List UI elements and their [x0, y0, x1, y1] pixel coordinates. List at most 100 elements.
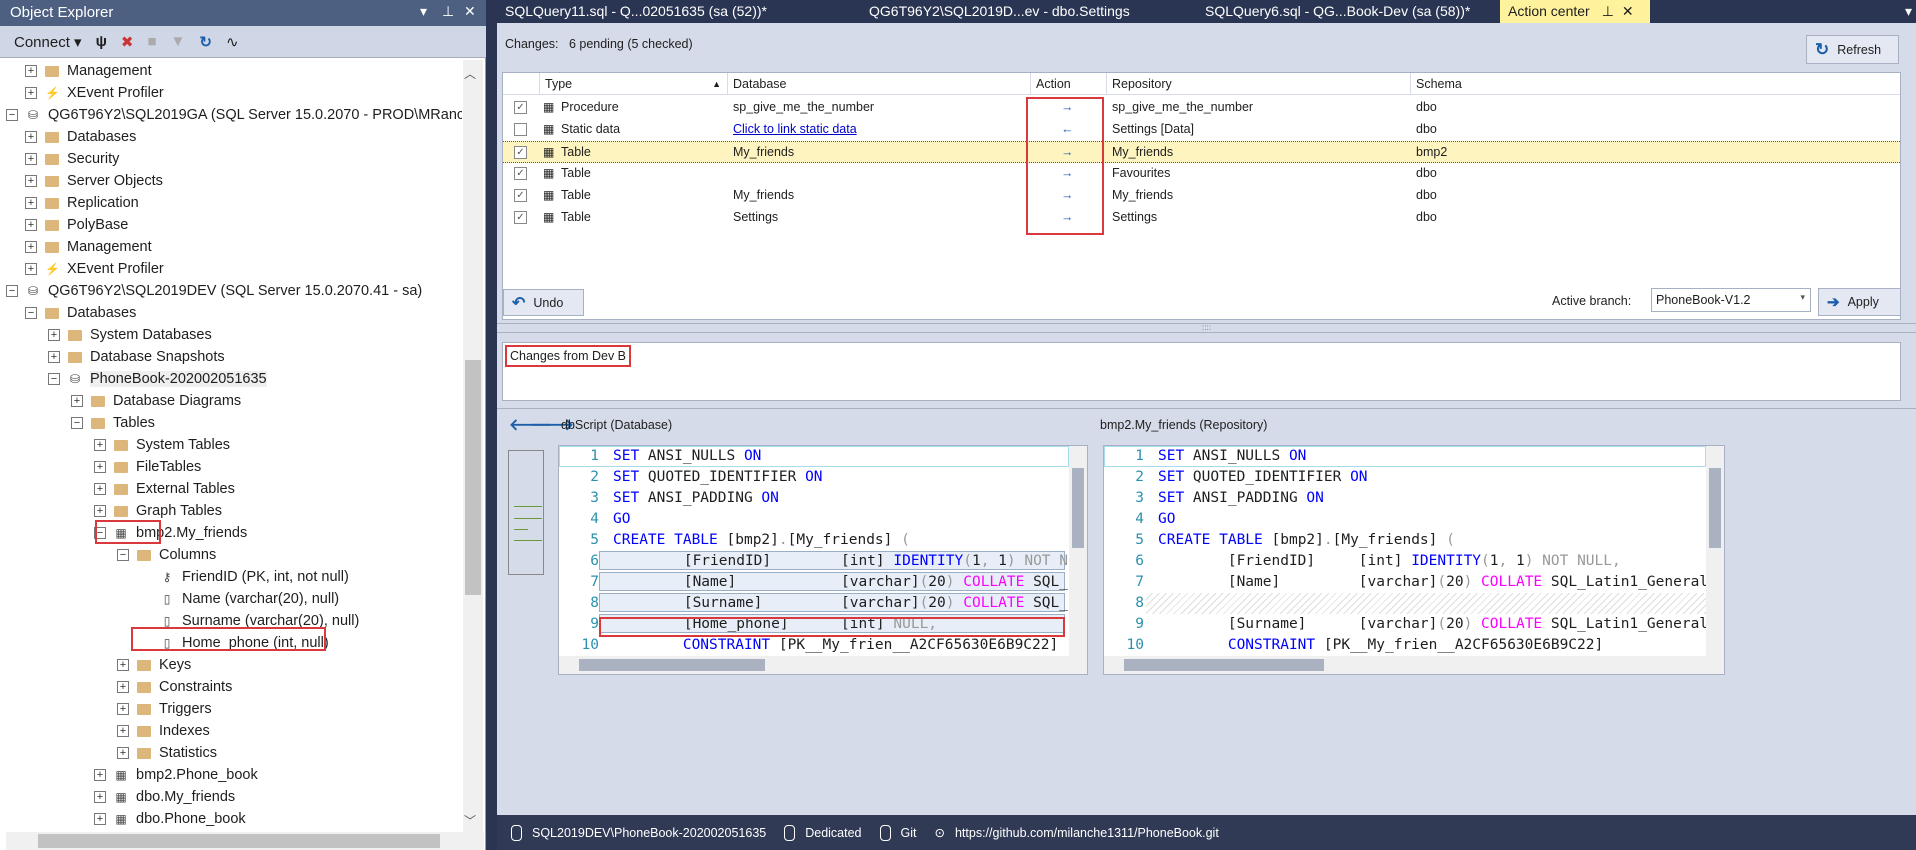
expand-icon[interactable]: + — [94, 439, 106, 451]
expand-icon[interactable]: + — [94, 769, 106, 781]
expand-icon[interactable]: + — [117, 703, 129, 715]
column-header-schema[interactable]: Schema — [1411, 73, 1900, 95]
column-header-repository[interactable]: Repository — [1107, 73, 1411, 95]
active-branch-select[interactable]: PhoneBook-V1.2 ▾ — [1651, 288, 1811, 312]
apply-button[interactable]: ➔ Apply — [1818, 288, 1901, 316]
pin-icon[interactable]: ⊥ — [1602, 3, 1614, 19]
vertical-scrollbar[interactable] — [1069, 446, 1087, 656]
expand-icon[interactable]: + — [94, 791, 106, 803]
expand-icon[interactable]: + — [48, 351, 60, 363]
tab-dbo-settings[interactable]: QG6T96Y2\SQL2019D...ev - dbo.Settings — [861, 0, 1138, 23]
table-row[interactable]: ✓ ▦ Table Settings → Settings dbo — [503, 207, 1900, 229]
tree-item[interactable]: + Triggers — [117, 698, 212, 720]
collapse-icon[interactable]: − — [6, 109, 18, 121]
refresh-icon[interactable]: ↻ — [199, 33, 212, 51]
tree-item[interactable]: + Replication — [25, 192, 139, 214]
row-checkbox[interactable]: ✓ — [514, 167, 527, 180]
tree-item[interactable]: − Databases — [25, 302, 136, 324]
tree-item[interactable]: + Security — [25, 148, 119, 170]
splitter-handle[interactable]: :::: — [497, 323, 1916, 333]
expand-icon[interactable]: + — [117, 659, 129, 671]
tree-item[interactable]: + Constraints — [117, 676, 232, 698]
comment-box[interactable]: Changes from Dev B — [502, 342, 1901, 401]
table-row[interactable]: ✓ ▦ Table My_friends → My_friends bmp2 — [503, 141, 1900, 163]
expand-icon[interactable]: + — [117, 725, 129, 737]
scrollbar-thumb[interactable] — [465, 360, 481, 595]
vertical-scrollbar[interactable] — [1706, 446, 1724, 656]
tree-item[interactable]: + PolyBase — [25, 214, 128, 236]
tree-item[interactable]: − ⛁ PhoneBook-202002051635 — [48, 368, 267, 390]
tree-vertical-scrollbar[interactable]: ︿ ﹀ — [463, 60, 483, 832]
tree-item[interactable]: + Database Snapshots — [48, 346, 225, 368]
collapse-icon[interactable]: − — [48, 373, 60, 385]
repository-script-pane[interactable]: 1 SET ANSI_NULLS ON 2 SET QUOTED_IDENTIFIER… — [1103, 445, 1725, 675]
tree-item[interactable]: + Statistics — [117, 742, 217, 764]
collapse-icon[interactable]: − — [71, 417, 83, 429]
tab-sqlquery6[interactable]: SQLQuery6.sql - QG...Book-Dev (sa (58))* — [1197, 0, 1478, 23]
connect-button[interactable]: Connect ▾ — [14, 33, 82, 51]
tree-item[interactable]: ▯ Name (varchar(20), null) — [140, 588, 339, 610]
expand-icon[interactable]: + — [25, 87, 37, 99]
tab-action-center[interactable]: Action center ⊥ ✕ — [1500, 0, 1650, 23]
row-checkbox[interactable]: ✓ — [514, 189, 527, 202]
tree-item[interactable]: + Server Objects — [25, 170, 163, 192]
tree-item[interactable]: + ▦ bmp2.Phone_book — [94, 764, 258, 786]
expand-icon[interactable]: + — [117, 747, 129, 759]
expand-icon[interactable]: + — [94, 461, 106, 473]
tree-item[interactable]: + System Databases — [48, 324, 212, 346]
table-row[interactable]: ✓ ▦ Table My_friends → My_friends dbo — [503, 185, 1900, 207]
table-row[interactable]: ✓ ▦ Procedure sp_give_me_the_number → sp_give… — [503, 97, 1900, 119]
close-icon[interactable]: ✕ — [464, 3, 476, 20]
pin-icon[interactable]: ⊥ — [442, 3, 454, 20]
tree-horizontal-scrollbar[interactable] — [6, 832, 484, 850]
row-checkbox[interactable]: ✓ — [514, 146, 527, 159]
collapse-icon[interactable]: − — [25, 307, 37, 319]
column-header-database[interactable]: Database — [728, 73, 1031, 95]
expand-icon[interactable]: + — [25, 263, 37, 275]
horizontal-scrollbar[interactable] — [559, 656, 1087, 674]
column-header-action[interactable]: Action — [1031, 73, 1107, 95]
table-row[interactable]: ▦ Static data Click to link static data ← Se… — [503, 119, 1900, 141]
row-checkbox[interactable] — [514, 123, 527, 136]
horizontal-scrollbar[interactable] — [1104, 656, 1724, 674]
expand-icon[interactable]: + — [25, 131, 37, 143]
undo-button[interactable]: ↶ Undo — [503, 289, 584, 316]
filter-icon[interactable]: ▼ — [171, 33, 186, 50]
tab-sqlquery11[interactable]: SQLQuery11.sql - Q...02051635 (sa (52))* — [497, 0, 775, 23]
connect-plug-icon[interactable]: ψ — [96, 33, 107, 50]
tree-item[interactable]: + Databases — [25, 126, 136, 148]
tree-item[interactable]: + ▦ dbo.My_friends — [94, 786, 235, 808]
table-row[interactable]: ✓ ▦ Table → Favourites dbo — [503, 163, 1900, 185]
cell-database[interactable]: Click to link static data — [733, 122, 857, 136]
scrollbar-thumb[interactable] — [38, 834, 440, 848]
expand-icon[interactable]: + — [94, 483, 106, 495]
activity-monitor-icon[interactable]: ∿ — [226, 33, 239, 51]
stop-icon[interactable]: ■ — [147, 33, 156, 50]
tree-item[interactable]: + ⚡ XEvent Profiler — [25, 82, 164, 104]
tree-item[interactable]: − ⛁ QG6T96Y2\SQL2019GA (SQL Server 15.0.20… — [6, 104, 462, 126]
database-script-pane[interactable]: 1 SET ANSI_NULLS ON 2 SET QUOTED_IDENTIFIER… — [558, 445, 1088, 675]
tree-item[interactable]: + Management — [25, 236, 152, 258]
expand-icon[interactable]: + — [94, 505, 106, 517]
expand-icon[interactable]: + — [117, 681, 129, 693]
tree-item[interactable]: + ▦ dbo.Phone_book — [94, 808, 246, 830]
expand-icon[interactable]: + — [48, 329, 60, 341]
tree-item[interactable]: + Keys — [117, 654, 191, 676]
tree-item[interactable]: ⚷ FriendID (PK, int, not null) — [140, 566, 349, 588]
expand-icon[interactable]: + — [25, 219, 37, 231]
expand-icon[interactable]: + — [71, 395, 83, 407]
column-header-type[interactable]: Type ▲ — [540, 73, 728, 95]
close-icon[interactable]: ✕ — [1622, 3, 1634, 19]
tree-item[interactable]: − Columns — [117, 544, 216, 566]
expand-icon[interactable]: + — [25, 197, 37, 209]
tree-item[interactable]: + Indexes — [117, 720, 210, 742]
diff-minimap[interactable] — [508, 450, 544, 575]
tab-list-dropdown-icon[interactable]: ▾ — [1897, 0, 1916, 23]
expand-icon[interactable]: + — [25, 153, 37, 165]
status-repo-url[interactable]: https://github.com/milanche1311/PhoneBoo… — [955, 826, 1219, 840]
tree-item[interactable]: + FileTables — [94, 456, 201, 478]
tree-item[interactable]: − ⛁ QG6T96Y2\SQL2019DEV (SQL Server 15.0.2… — [6, 280, 422, 302]
disconnect-icon[interactable]: ✖ — [121, 33, 134, 51]
tree-item[interactable]: + ⚡ XEvent Profiler — [25, 258, 164, 280]
tree-item[interactable]: + Database Diagrams — [71, 390, 241, 412]
